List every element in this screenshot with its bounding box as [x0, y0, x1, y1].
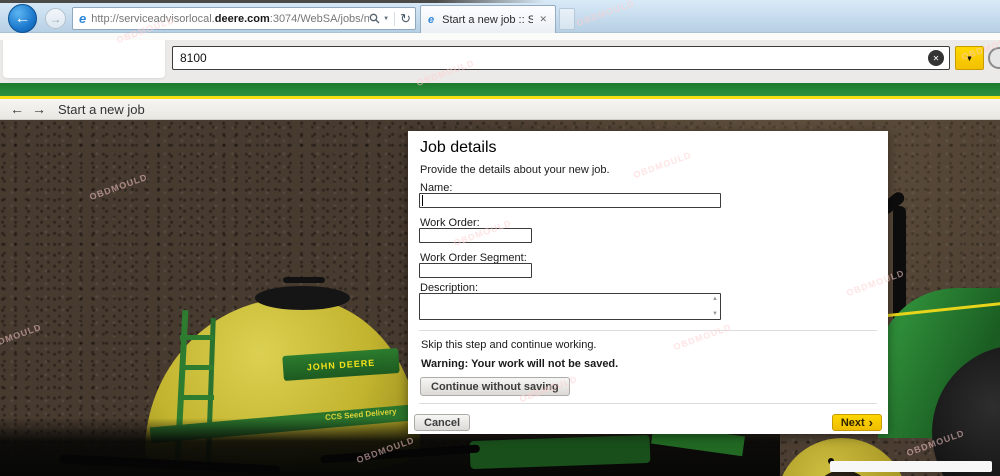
history-back-icon[interactable]: ← [10, 101, 24, 118]
back-arrow-icon: ← [14, 9, 31, 27]
forward-arrow-icon: → [49, 11, 62, 26]
browser-forward-button[interactable]: → [45, 8, 66, 29]
scroll-up-icon[interactable]: ▲ [712, 296, 718, 302]
cancel-button[interactable]: Cancel [414, 414, 471, 431]
next-button[interactable]: Next › [831, 414, 882, 431]
skip-text: Skip this step and continue working. [421, 339, 597, 351]
page-header [0, 99, 1000, 120]
warning-text: Warning: Your work will not be saved. [421, 358, 619, 370]
address-bar-icons: ▼ ↻ [369, 11, 411, 27]
ie-favicon-icon: e [79, 11, 87, 26]
brand-text: JOHN DEERE [306, 357, 376, 372]
name-field[interactable] [419, 193, 721, 208]
text-caret [422, 195, 423, 206]
address-bar[interactable]: e http://serviceadvisorlocal.deere.com:3… [72, 7, 416, 30]
description-field[interactable]: ▲ ▼ [419, 293, 721, 320]
brand-green-bar [0, 83, 1000, 96]
browser-toolbar: ← → e http://serviceadvisorlocal.deere.c… [0, 0, 1000, 33]
job-details-dialog: Job details Provide the details about yo… [408, 131, 888, 434]
tank-cap [255, 286, 350, 310]
history-forward-icon[interactable]: → [32, 101, 46, 118]
search-dropdown-button[interactable]: ▼ [955, 46, 984, 70]
tab-title: Start a new job :: Service A... [442, 13, 534, 26]
search-dropdown-icon[interactable]: ▼ [383, 16, 389, 22]
next-label: Next [840, 416, 865, 429]
ladder-rung [180, 365, 214, 370]
equipment-search-input[interactable] [172, 46, 950, 70]
refresh-icon[interactable]: ↻ [400, 11, 411, 27]
clear-glyph: ✕ [932, 53, 940, 63]
divider [419, 403, 877, 404]
url-text: http://serviceadvisorlocal.deere.com:307… [91, 12, 370, 25]
work-order-field[interactable] [419, 228, 532, 243]
dropdown-caret-icon: ▼ [965, 53, 974, 63]
tab-close-icon[interactable]: ✕ [536, 13, 550, 26]
ladder-rung [180, 335, 214, 340]
dialog-title: Job details [420, 139, 497, 156]
tab-favicon-icon: e [428, 13, 435, 26]
dialog-subtitle: Provide the details about your new job. [420, 164, 610, 176]
browser-back-button[interactable]: ← [8, 4, 37, 33]
continue-without-saving-button[interactable]: Continue without saving [420, 377, 570, 396]
browser-tab[interactable]: e Start a new job :: Service A... ✕ [420, 5, 556, 33]
scroll-down-icon[interactable]: ▼ [712, 311, 718, 317]
divider [394, 11, 396, 26]
clear-search-icon[interactable]: ✕ [928, 50, 944, 66]
next-chevron-icon: › [868, 415, 873, 430]
ladder-rung [180, 395, 214, 400]
search-icon[interactable] [369, 13, 380, 24]
window-top-edge [0, 0, 545, 3]
divider [419, 330, 877, 331]
work-order-segment-field[interactable] [419, 263, 532, 278]
bottom-white-bar [830, 461, 992, 472]
tank-cap-handle [283, 277, 325, 283]
app-logo-area [3, 40, 165, 78]
new-tab-button[interactable] [559, 8, 575, 30]
page-title: Start a new job [58, 102, 145, 117]
chrome-bottom-strip [0, 33, 1000, 40]
